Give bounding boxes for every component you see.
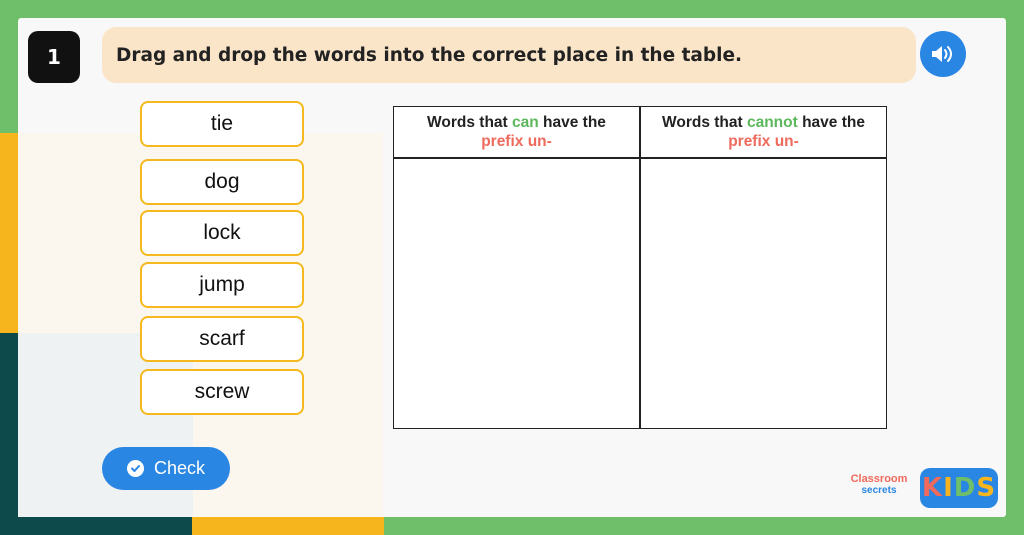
word-card-lock[interactable]: lock bbox=[140, 210, 304, 256]
drop-zone-cannot[interactable] bbox=[641, 159, 886, 428]
header-highlight: cannot bbox=[746, 114, 798, 131]
instruction-banner: Drag and drop the words into the correct… bbox=[102, 27, 916, 83]
word-card-scarf[interactable]: scarf bbox=[140, 316, 304, 362]
check-button[interactable]: Check bbox=[102, 447, 230, 490]
word-card-screw[interactable]: screw bbox=[140, 369, 304, 415]
header-text: Words that bbox=[662, 114, 747, 131]
header-text: Words that bbox=[427, 114, 513, 131]
question-number: 1 bbox=[28, 31, 80, 83]
header-prefix: prefix un- bbox=[481, 133, 552, 150]
header-prefix: prefix un- bbox=[728, 133, 799, 150]
word-card-dog[interactable]: dog bbox=[140, 159, 304, 205]
decor-yellow-strip bbox=[0, 133, 18, 333]
header-text: have the bbox=[538, 114, 606, 131]
decor-dark-strip bbox=[0, 333, 18, 535]
word-card-jump[interactable]: jump bbox=[140, 262, 304, 308]
kids-logo: KIDS bbox=[920, 468, 998, 508]
header-can: Words that can have the prefix un- bbox=[394, 107, 639, 157]
instruction-text: Drag and drop the words into the correct… bbox=[116, 44, 743, 66]
logo-text: Classroom bbox=[850, 473, 908, 485]
sort-table: Words that can have the prefix un- Words… bbox=[393, 106, 887, 429]
classroom-secrets-logo: Classroom secrets bbox=[842, 474, 916, 504]
logo-text: secrets bbox=[861, 485, 897, 496]
audio-button[interactable] bbox=[920, 31, 966, 77]
header-text: have the bbox=[797, 114, 865, 131]
drop-zone-can[interactable] bbox=[394, 159, 638, 428]
decor-dark-bottom bbox=[0, 517, 192, 535]
header-highlight: can bbox=[512, 114, 539, 131]
header-cannot: Words that cannot have the prefix un- bbox=[641, 107, 886, 157]
check-label: Check bbox=[153, 458, 206, 478]
check-circle-icon bbox=[126, 460, 144, 477]
decor-yellow-bottom bbox=[192, 517, 384, 535]
speaker-icon bbox=[932, 46, 952, 62]
word-card-tie[interactable]: tie bbox=[140, 101, 304, 147]
